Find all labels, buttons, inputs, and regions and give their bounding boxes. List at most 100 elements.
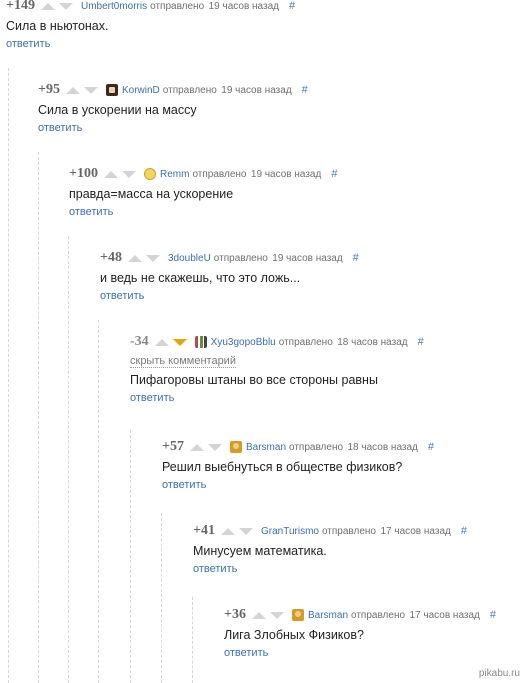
reply-link[interactable]: ответить — [38, 122, 82, 134]
comment-meta: +100 Remm отправлено 19 часов назад # — [69, 165, 337, 183]
comment: +57 Barsman отправлено 18 часов назад # … — [162, 438, 434, 493]
downvote-arrow-icon[interactable] — [58, 2, 73, 10]
comment-text: и ведь не скажешь, что это ложь... — [100, 271, 301, 285]
comment-meta: +41 GranTurismo отправлено 17 часов наза… — [193, 522, 467, 540]
comment-author[interactable]: Umbert0morris — [81, 1, 147, 12]
sent-label: отправлено — [162, 84, 217, 96]
reply-link[interactable]: ответить — [130, 392, 174, 404]
reply-link[interactable]: ответить — [162, 479, 206, 491]
comment-author[interactable]: Xyu3gopoBblu — [211, 337, 276, 348]
downvote-arrow-icon[interactable] — [238, 527, 253, 535]
sent-label: отправлено — [351, 609, 406, 621]
comment-author[interactable]: Barsman — [308, 610, 348, 621]
comment: +36 Barsman отправлено 17 часов назад # … — [224, 606, 496, 661]
upvote-arrow-icon[interactable] — [220, 527, 235, 535]
comment-author[interactable]: 3doubleU — [168, 253, 211, 264]
comment: +48 3doubleU отправлено 19 часов назад #… — [100, 249, 359, 304]
reply-link[interactable]: ответить — [100, 290, 144, 302]
comment-rating: +48 — [100, 250, 122, 265]
upvote-arrow-icon[interactable] — [127, 254, 142, 262]
thread-line — [98, 320, 99, 683]
upvote-arrow-icon[interactable] — [103, 170, 118, 178]
thread-line — [68, 236, 69, 683]
avatar-icon — [291, 609, 304, 621]
downvote-arrow-icon[interactable] — [145, 254, 160, 262]
comment-meta: -34 Xyu3gopoBblu отправлено 18 часов наз… — [130, 333, 424, 351]
comment-rating: +41 — [193, 523, 215, 538]
downvote-arrow-icon[interactable] — [172, 338, 187, 346]
permalink-hash[interactable]: # — [461, 525, 467, 537]
comment-author[interactable]: GranTurismo — [261, 526, 319, 537]
sent-label: отправлено — [289, 441, 344, 453]
comment-text: правда=масса на ускорение — [69, 187, 234, 201]
comment-time: 17 часов назад — [409, 609, 480, 621]
permalink-hash[interactable]: # — [331, 168, 337, 180]
upvote-arrow-icon[interactable] — [251, 611, 266, 619]
comment-time: 19 часов назад — [221, 84, 292, 96]
reply-link[interactable]: ответить — [6, 38, 50, 50]
permalink-hash[interactable]: # — [289, 0, 295, 12]
comment-author[interactable]: Barsman — [246, 442, 286, 453]
sent-label: отправлено — [192, 168, 247, 180]
downvote-arrow-icon[interactable] — [269, 611, 284, 619]
avatar-icon — [194, 336, 207, 348]
thread-line — [8, 68, 9, 683]
comment-rating: +100 — [69, 166, 98, 181]
reply-link[interactable]: ответить — [224, 647, 268, 659]
upvote-arrow-icon[interactable] — [154, 338, 169, 346]
comment-time: 19 часов назад — [208, 0, 279, 12]
comment-time: 18 часов назад — [337, 336, 408, 348]
smiley-avatar-icon — [143, 168, 156, 180]
permalink-hash[interactable]: # — [418, 336, 424, 348]
comment: +95 KorwinD отправлено 19 часов назад # … — [38, 81, 308, 136]
comment-meta: +95 KorwinD отправлено 19 часов назад # — [38, 81, 308, 99]
sent-label: отправлено — [213, 252, 268, 264]
sent-label: отправлено — [150, 0, 205, 12]
hide-comment-link[interactable]: скрыть комментарий — [130, 355, 236, 368]
upvote-arrow-icon[interactable] — [189, 443, 204, 451]
comment: +149 Umbert0morris отправлено 19 часов н… — [6, 0, 295, 52]
permalink-hash[interactable]: # — [428, 441, 434, 453]
comment-rating: +149 — [6, 0, 35, 13]
comment-rating: +57 — [162, 439, 184, 454]
comment-rating: +95 — [38, 82, 60, 97]
avatar-icon — [229, 441, 242, 453]
comment-meta: +48 3doubleU отправлено 19 часов назад # — [100, 249, 359, 267]
comment-author[interactable]: Remm — [160, 169, 189, 180]
comment-text: Сила в ускорении на массу — [38, 103, 197, 117]
comment-meta: +36 Barsman отправлено 17 часов назад # — [224, 606, 496, 624]
comment: +41 GranTurismo отправлено 17 часов наза… — [193, 522, 467, 577]
comment-text: Пифагоровы штаны во все стороны равны — [130, 373, 378, 387]
downvote-arrow-icon[interactable] — [207, 443, 222, 451]
comment-author[interactable]: KorwinD — [122, 85, 160, 96]
sent-label: отправлено — [321, 525, 376, 537]
comment-text: Решил выебнуться в обществе физиков? — [162, 460, 403, 474]
comment-text: Минусуем математика. — [193, 544, 327, 558]
comment-meta: +57 Barsman отправлено 18 часов назад # — [162, 438, 434, 456]
thread-line — [130, 430, 131, 683]
comment: +100 Remm отправлено 19 часов назад # пр… — [69, 165, 337, 220]
watermark: pikabu.ru — [478, 668, 520, 679]
thread-line — [192, 597, 193, 683]
comment-time: 19 часов назад — [272, 252, 343, 264]
comment-time: 19 часов назад — [250, 168, 322, 180]
comment-text: Лига Злобных Физиков? — [224, 628, 364, 642]
upvote-arrow-icon[interactable] — [40, 2, 55, 10]
permalink-hash[interactable]: # — [490, 609, 496, 621]
downvote-arrow-icon[interactable] — [83, 86, 98, 94]
thread-line — [161, 513, 162, 683]
permalink-hash[interactable]: # — [353, 252, 359, 264]
avatar-icon — [105, 84, 118, 96]
thread-line — [38, 152, 39, 683]
upvote-arrow-icon[interactable] — [65, 86, 80, 94]
reply-link[interactable]: ответить — [193, 563, 237, 575]
comment-text: Сила в ньютонах. — [6, 19, 109, 33]
downvote-arrow-icon[interactable] — [121, 170, 136, 178]
comment-time: 17 часов назад — [380, 525, 451, 537]
comment-rating: -34 — [130, 334, 149, 349]
comment-rating: +36 — [224, 607, 246, 622]
permalink-hash[interactable]: # — [302, 84, 308, 96]
sent-label: отправлено — [278, 336, 333, 348]
reply-link[interactable]: ответить — [69, 206, 113, 218]
comment-meta: +149 Umbert0morris отправлено 19 часов н… — [6, 0, 295, 15]
